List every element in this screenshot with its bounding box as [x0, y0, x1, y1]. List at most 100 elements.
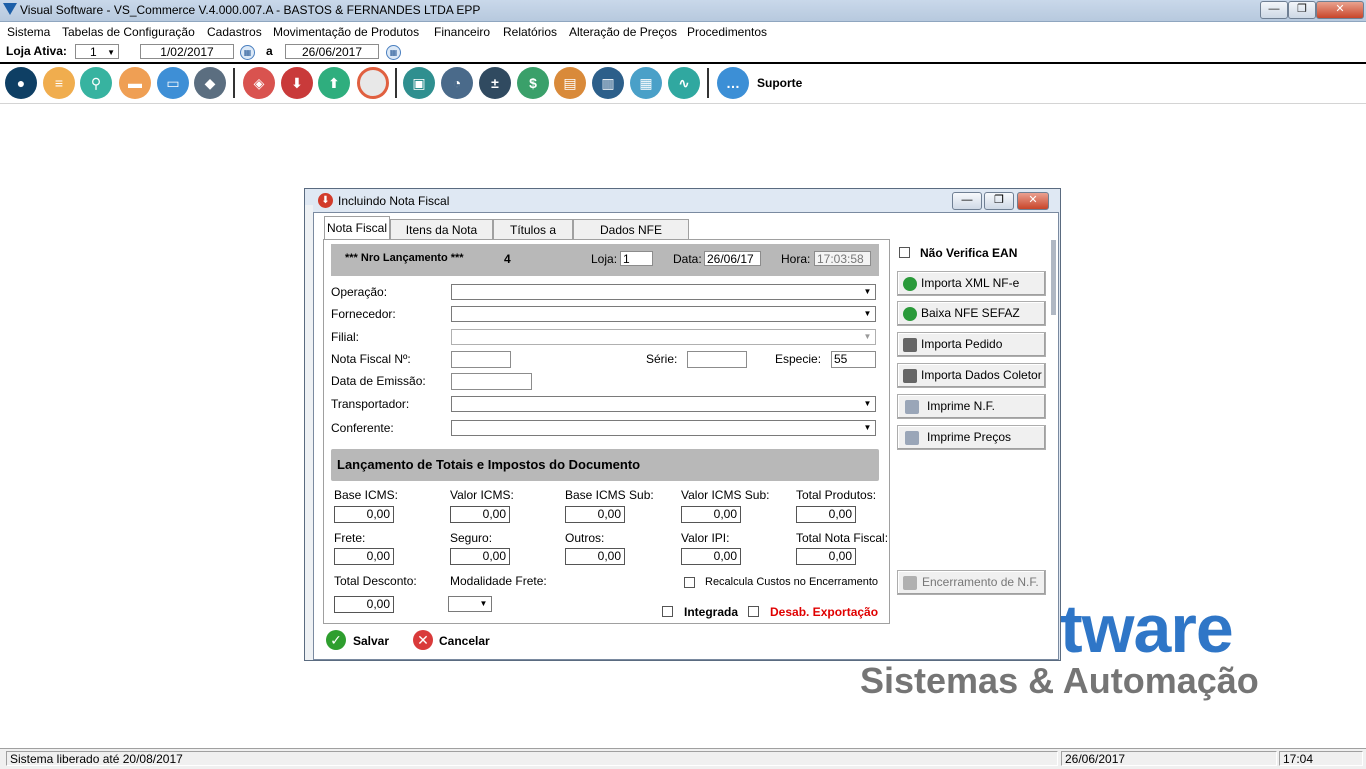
base-icms-sub-input[interactable]: 0,00 [565, 506, 625, 523]
valor-icms-sub-input[interactable]: 0,00 [681, 506, 741, 523]
tab-nota-fiscal[interactable]: Nota Fiscal [324, 216, 390, 240]
cart-icon[interactable]: ⚲ [80, 67, 112, 99]
total-nota-input[interactable]: 0,00 [796, 548, 856, 565]
upload-icon[interactable]: ⬆ [318, 67, 350, 99]
money-icon[interactable]: ▣ [403, 67, 435, 99]
briefcase-icon[interactable]: ▤ [554, 67, 586, 99]
importa-coletor-button[interactable]: Importa Dados Coletor [897, 363, 1046, 388]
toolbar-separator [233, 68, 235, 98]
total-produtos-label: Total Produtos: [796, 488, 877, 502]
dialog-close-button[interactable]: ✕ [1017, 192, 1049, 210]
status-time: 17:04 [1279, 751, 1363, 766]
support-link[interactable]: Suporte [757, 76, 802, 90]
total-produtos-input[interactable]: 0,00 [796, 506, 856, 523]
encerramento-button[interactable]: Encerramento de N.F. [897, 570, 1046, 595]
toolbar-separator [707, 68, 709, 98]
pie-chart-icon[interactable]: ◔ [441, 67, 473, 99]
tab-titulos-pagar[interactable]: Títulos a Pagar [493, 219, 573, 257]
chevron-down-icon: ▼ [861, 286, 874, 298]
recalcula-checkbox[interactable] [684, 577, 695, 588]
transportador-select[interactable]: ▼ [451, 396, 876, 412]
tab-itens-nota[interactable]: Itens da Nota Fiscal [390, 219, 493, 257]
basket-icon[interactable]: ≡ [43, 67, 75, 99]
check-icon[interactable]: ✓ [326, 630, 346, 650]
trend-icon[interactable]: ∿ [668, 67, 700, 99]
hora-input: 17:03:58 [814, 251, 871, 266]
imprime-nf-button[interactable]: Imprime N.F. [897, 394, 1046, 419]
dialog-maximize-button[interactable]: ❐ [984, 192, 1014, 210]
desab-exportacao-checkbox[interactable] [748, 606, 759, 617]
especie-input[interactable]: 55 [831, 351, 876, 368]
bar-chart-icon[interactable]: ▥ [592, 67, 624, 99]
desab-exportacao-label: Desab. Exportação [770, 605, 879, 619]
importa-pedido-button[interactable]: Importa Pedido [897, 332, 1046, 357]
menu-movimentacao[interactable]: Movimentação de Produtos [273, 25, 419, 39]
emissao-input[interactable] [451, 373, 532, 390]
date-from-input[interactable]: 1/02/2017 [140, 44, 234, 59]
conferente-select[interactable]: ▼ [451, 420, 876, 436]
menu-cadastros[interactable]: Cadastros [207, 25, 262, 39]
loja-input[interactable]: 1 [620, 251, 653, 266]
seguro-input[interactable]: 0,00 [450, 548, 510, 565]
divider [0, 103, 1366, 104]
calculator-icon[interactable]: ± [479, 67, 511, 99]
fornecedor-select[interactable]: ▼ [451, 306, 876, 322]
nota-fiscal-input[interactable] [451, 351, 511, 368]
salvar-button[interactable]: Salvar [353, 634, 389, 648]
especie-label: Especie: [775, 352, 822, 366]
importa-xml-button[interactable]: Importa XML NF-e [897, 271, 1046, 296]
minimize-button[interactable]: — [1260, 1, 1288, 19]
cancelar-button[interactable]: Cancelar [439, 634, 490, 648]
menu-sistema[interactable]: Sistema [7, 25, 50, 39]
loja-label: Loja: [591, 252, 618, 266]
nao-verifica-ean-checkbox[interactable] [899, 247, 910, 258]
chat-icon[interactable]: … [717, 67, 749, 99]
lifebuoy-icon[interactable] [357, 67, 389, 99]
tab-dados-nfe[interactable]: Dados NFE Importada [573, 219, 689, 257]
modalidade-frete-select[interactable]: ▼ [448, 596, 492, 612]
maximize-button[interactable]: ❐ [1288, 1, 1316, 19]
close-button[interactable]: ✕ [1316, 1, 1364, 19]
baixa-nfe-button[interactable]: Baixa NFE SEFAZ [897, 301, 1046, 326]
filial-select[interactable]: ▼ [451, 329, 876, 345]
tag-icon[interactable]: ◈ [243, 67, 275, 99]
nao-verifica-ean-label: Não Verifica EAN [920, 246, 1018, 260]
base-icms-input[interactable]: 0,00 [334, 506, 394, 523]
outros-input[interactable]: 0,00 [565, 548, 625, 565]
scrollbar[interactable] [1051, 240, 1056, 315]
menu-relatorios[interactable]: Relatórios [503, 25, 557, 39]
launch-number-label: *** Nro Lançamento *** [345, 252, 464, 264]
serie-input[interactable] [687, 351, 747, 368]
cancel-icon[interactable]: ✕ [413, 630, 433, 650]
books-icon[interactable]: ▦ [630, 67, 662, 99]
operacao-select[interactable]: ▼ [451, 284, 876, 300]
truck-icon[interactable]: ▬ [119, 67, 151, 99]
total-desconto-input[interactable]: 0,00 [334, 596, 394, 613]
status-date: 26/06/2017 [1061, 751, 1277, 766]
frete-input[interactable]: 0,00 [334, 548, 394, 565]
valor-ipi-input[interactable]: 0,00 [681, 548, 741, 565]
data-input[interactable]: 26/06/17 [704, 251, 761, 266]
frete-label: Frete: [334, 531, 366, 545]
cash-icon[interactable]: $ [517, 67, 549, 99]
importa-pedido-label: Importa Pedido [921, 337, 1003, 351]
calendar-icon[interactable]: ▦ [386, 45, 401, 60]
calendar-icon[interactable]: ▦ [240, 45, 255, 60]
menu-financeiro[interactable]: Financeiro [434, 25, 490, 39]
integrada-checkbox[interactable] [662, 606, 673, 617]
totals-title: Lançamento de Totais e Impostos do Docum… [337, 457, 641, 472]
card-icon[interactable]: ▭ [157, 67, 189, 99]
imprime-precos-button[interactable]: Imprime Preços [897, 425, 1046, 450]
menu-procedimentos[interactable]: Procedimentos [687, 25, 767, 39]
layers-icon[interactable]: ◆ [194, 67, 226, 99]
user-icon[interactable]: ● [5, 67, 37, 99]
transportador-label: Transportador: [331, 397, 410, 411]
valor-icms-input[interactable]: 0,00 [450, 506, 510, 523]
date-to-input[interactable]: 26/06/2017 [285, 44, 379, 59]
store-select[interactable]: 1 ▼ [75, 44, 119, 59]
menu-tabelas[interactable]: Tabelas de Configuração [62, 25, 195, 39]
menu-alteracao-precos[interactable]: Alteração de Preços [569, 25, 677, 39]
dialog-title-bar: ⬇ Incluindo Nota Fiscal [313, 190, 1059, 212]
download-icon[interactable]: ⬇ [281, 67, 313, 99]
dialog-minimize-button[interactable]: — [952, 192, 982, 210]
